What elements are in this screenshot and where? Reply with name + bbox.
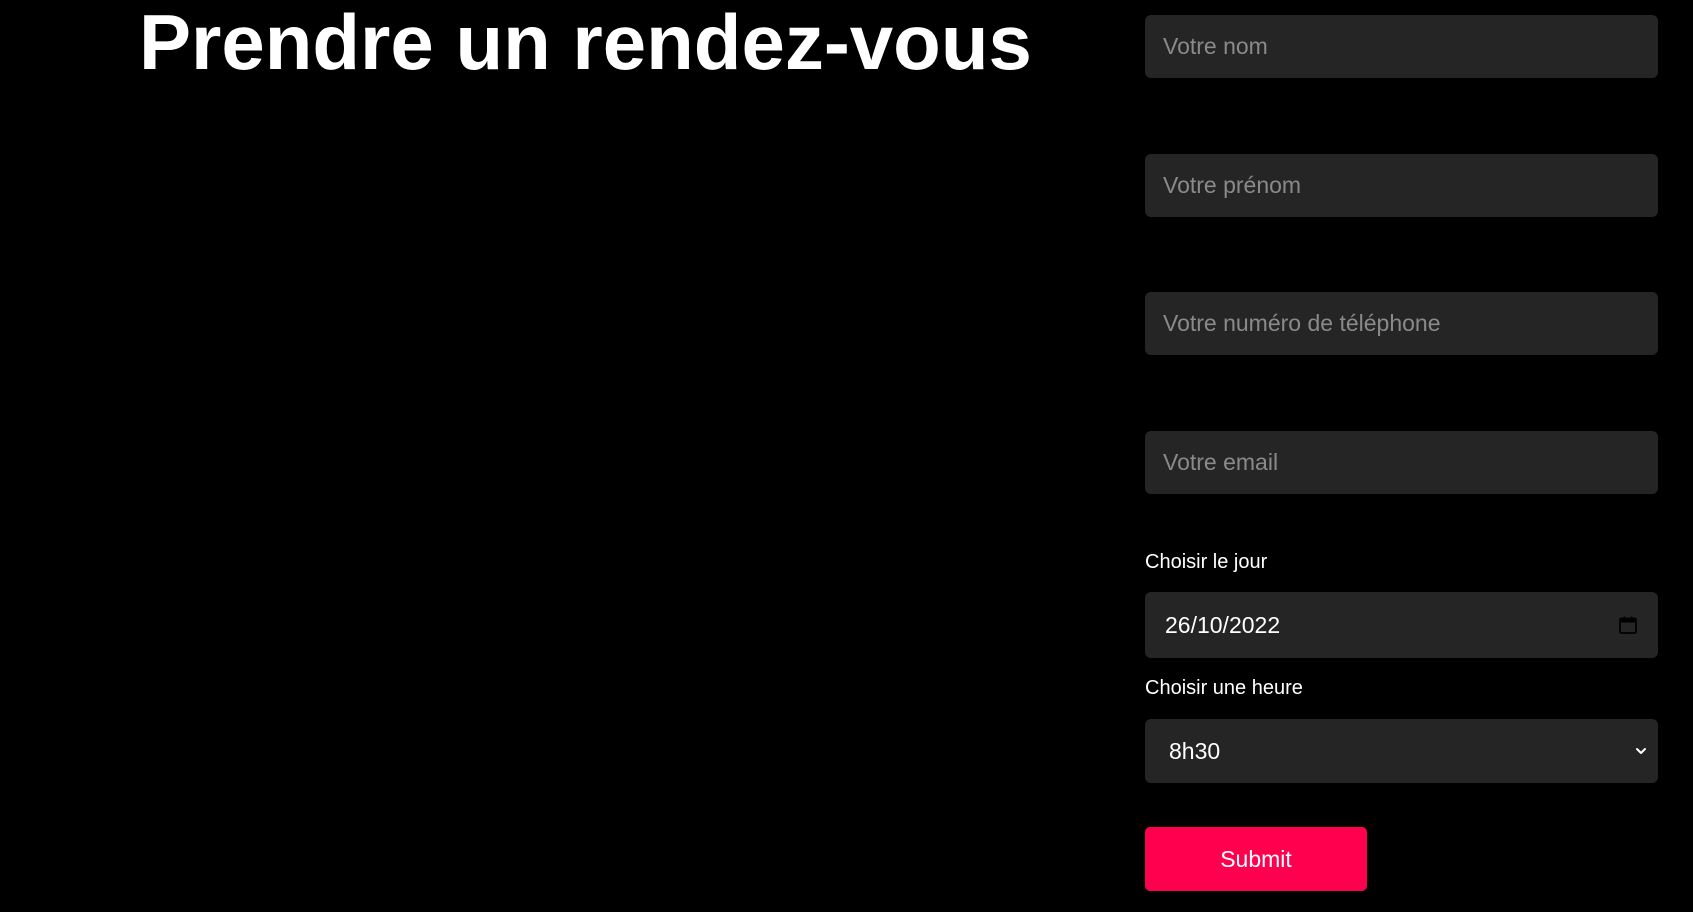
page-title: Prendre un rendez-vous bbox=[139, 0, 1032, 86]
firstname-input[interactable] bbox=[1145, 154, 1658, 217]
submit-button[interactable]: Submit bbox=[1145, 827, 1367, 891]
name-input[interactable] bbox=[1145, 15, 1658, 78]
hour-select-value[interactable]: 8h30 bbox=[1169, 738, 1634, 765]
chevron-down-icon[interactable] bbox=[1634, 744, 1648, 758]
phone-input[interactable] bbox=[1145, 292, 1658, 355]
calendar-icon[interactable] bbox=[1618, 615, 1638, 635]
hour-label: Choisir une heure bbox=[1145, 677, 1303, 699]
day-date-input[interactable]: 26/10/2022 bbox=[1145, 592, 1658, 658]
hour-select[interactable]: 8h30 bbox=[1145, 719, 1658, 783]
email-input[interactable] bbox=[1145, 431, 1658, 494]
day-date-value[interactable]: 26/10/2022 bbox=[1165, 612, 1618, 639]
day-label: Choisir le jour bbox=[1145, 551, 1268, 573]
